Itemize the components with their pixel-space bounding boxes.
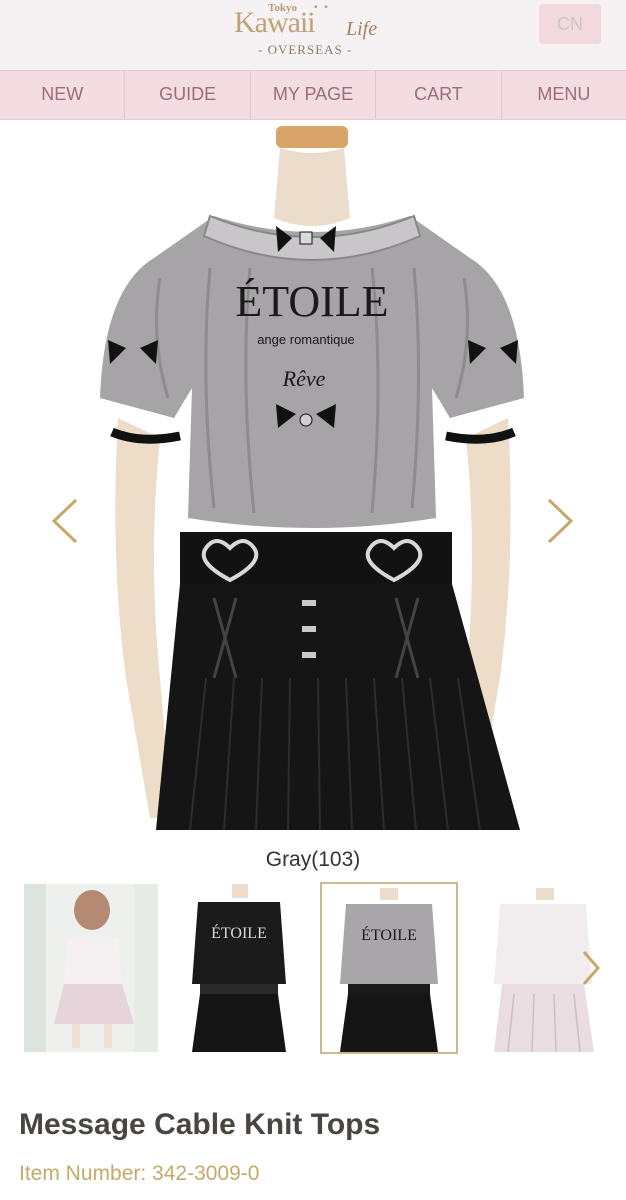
nav-item-cart[interactable]: CART [376,71,502,119]
language-cn-button[interactable]: CN [539,4,601,44]
thumb-black-garment-text: ÉTOILE [211,923,267,942]
product-main-image[interactable]: ÉTOILE ange romantique Rêve [0,118,626,838]
thumbnail-strip: ÉTOILE ÉTOILE [0,882,626,1056]
main-nav: NEW GUIDE MY PAGE CART MENU [0,70,626,120]
item-number: Item Number: 342-3009-0 [19,1162,260,1185]
nav-item-my-page[interactable]: MY PAGE [251,71,377,119]
logo-overseas: - OVERSEAS - [258,42,353,57]
chevron-right-icon[interactable] [545,498,575,544]
site-header: Tokyo • • Kawaii Life - OVERSEAS - CN [0,0,626,70]
logo-kawaii: Kawaii [234,6,316,39]
thumbnail-gray-selected[interactable]: ÉTOILE [320,882,458,1054]
pleated-skirt [156,584,520,830]
product-title: Message Cable Knit Tops [19,1108,381,1141]
chevron-left-icon[interactable] [50,498,80,544]
thumbnail-black[interactable]: ÉTOILE [172,884,306,1052]
site-logo[interactable]: Tokyo • • Kawaii Life - OVERSEAS - [230,2,400,66]
garment-tagline-text: ange romantique [257,332,355,347]
thumb-gray-garment-text: ÉTOILE [361,925,417,944]
selected-color-label: Gray(103) [265,848,361,871]
collar-jewel [299,231,313,245]
nav-item-guide[interactable]: GUIDE [125,71,251,119]
logo-dots: • • [314,2,330,13]
nav-item-new[interactable]: NEW [0,71,126,119]
thumbnail-gray-image: ÉTOILE [322,884,456,1052]
nav-item-menu[interactable]: MENU [502,71,626,119]
logo-life: Life [346,18,378,40]
mannequin-neck [274,148,350,226]
garment-script-text: Rêve [282,366,326,391]
thumbnail-next-chevron-icon[interactable] [580,948,602,988]
mannequin-neck-cap [276,126,348,148]
chest-charm [299,413,313,427]
garment-brand-text: ÉTOILE [235,277,388,326]
thumbnail-model-photo[interactable] [24,884,158,1052]
